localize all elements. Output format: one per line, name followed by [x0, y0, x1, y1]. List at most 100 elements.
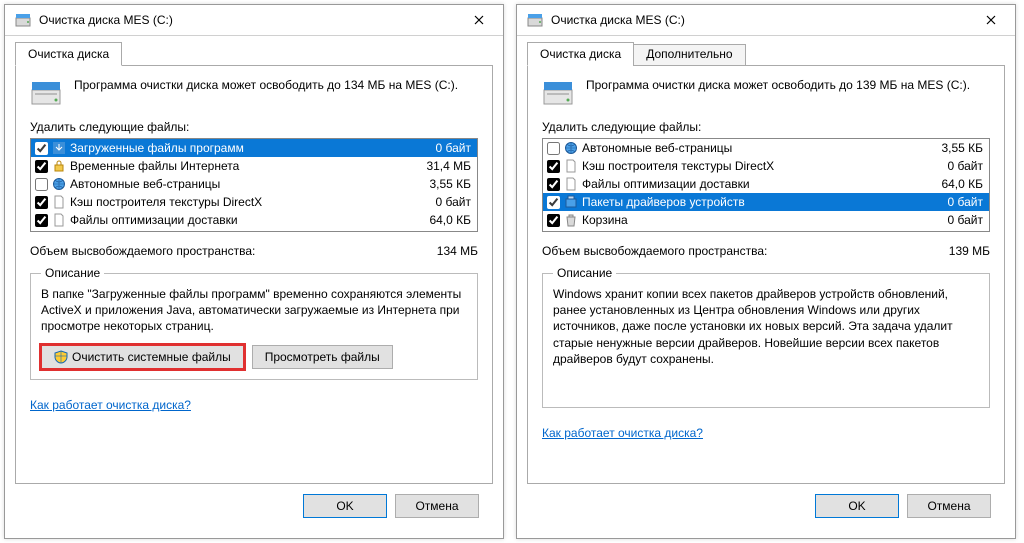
view-files-button[interactable]: Просмотреть файлы [252, 345, 393, 369]
lock-icon [52, 159, 66, 173]
list-item[interactable]: Файлы оптимизации доставки 64,0 КБ [31, 211, 477, 229]
item-name: Корзина [582, 213, 942, 227]
cancel-button[interactable]: Отмена [395, 494, 479, 518]
help-link[interactable]: Как работает очистка диска? [542, 426, 990, 440]
file-icon [52, 213, 66, 227]
list-item[interactable]: Автономные веб-страницы 3,55 КБ [543, 139, 989, 157]
file-icon [564, 159, 578, 173]
item-size: 0 байт [948, 195, 985, 209]
item-name: Кэш построителя текстуры DirectX [70, 195, 430, 209]
tab-panel: Программа очистки диска может освободить… [527, 65, 1005, 484]
item-checkbox[interactable] [35, 178, 48, 191]
list-item[interactable]: Пакеты драйверов устройств 0 байт [543, 193, 989, 211]
disk-cleanup-window-advanced: Очистка диска MES (C:) Очистка диска Доп… [516, 4, 1016, 539]
tab-advanced[interactable]: Дополнительно [633, 44, 745, 66]
item-checkbox[interactable] [547, 196, 560, 209]
tab-cleanup[interactable]: Очистка диска [527, 42, 634, 66]
free-space-label: Объем высвобождаемого пространства: [542, 244, 767, 258]
drive-icon-large [30, 78, 62, 106]
item-size: 31,4 МБ [426, 159, 473, 173]
file-list[interactable]: Загруженные файлы программ 0 байт Временны… [30, 138, 478, 232]
tab-cleanup[interactable]: Очистка диска [15, 42, 122, 66]
item-checkbox[interactable] [547, 214, 560, 227]
disk-cleanup-window-basic: Очистка диска MES (C:) Очистка диска Про… [4, 4, 504, 539]
globe-icon [52, 177, 66, 191]
item-checkbox[interactable] [547, 160, 560, 173]
item-checkbox[interactable] [547, 142, 560, 155]
free-space-label: Объем высвобождаемого пространства: [30, 244, 255, 258]
item-name: Файлы оптимизации доставки [582, 177, 935, 191]
item-checkbox[interactable] [35, 160, 48, 173]
item-checkbox[interactable] [35, 214, 48, 227]
window-content: Очистка диска Дополнительно Программа оч… [517, 36, 1015, 538]
window-title: Очистка диска MES (C:) [39, 13, 457, 27]
tab-panel: Программа очистки диска может освободить… [15, 65, 493, 484]
item-size: 3,55 КБ [941, 141, 985, 155]
description-group: Описание В папке "Загруженные файлы прог… [30, 266, 478, 380]
file-list[interactable]: Автономные веб-страницы 3,55 КБ Кэш постро… [542, 138, 990, 232]
file-icon [564, 177, 578, 191]
titlebar: Очистка диска MES (C:) [5, 5, 503, 36]
close-icon [986, 12, 996, 28]
help-link[interactable]: Как работает очистка диска? [30, 398, 478, 412]
description-group: Описание Windows хранит копии всех пакет… [542, 266, 990, 408]
item-size: 64,0 КБ [941, 177, 985, 191]
tab-strip: Очистка диска [15, 42, 493, 66]
item-checkbox[interactable] [35, 142, 48, 155]
free-space-value: 134 МБ [437, 244, 478, 258]
list-item[interactable]: Автономные веб-страницы 3,55 КБ [31, 175, 477, 193]
item-name: Автономные веб-страницы [582, 141, 935, 155]
close-icon [474, 12, 484, 28]
cancel-button[interactable]: Отмена [907, 494, 991, 518]
shield-icon [54, 350, 68, 364]
item-size: 0 байт [436, 141, 473, 155]
window-content: Очистка диска Программа очистки диска мо… [5, 36, 503, 538]
description-legend: Описание [41, 266, 104, 280]
free-space-value: 139 МБ [949, 244, 990, 258]
close-button[interactable] [457, 6, 501, 34]
header-text: Программа очистки диска может освободить… [74, 78, 478, 92]
item-name: Загруженные файлы программ [70, 141, 430, 155]
drive-icon [527, 12, 543, 28]
item-name: Кэш построителя текстуры DirectX [582, 159, 942, 173]
item-size: 0 байт [948, 213, 985, 227]
clean-system-files-button[interactable]: Очистить системные файлы [41, 345, 244, 369]
description-text: В папке "Загруженные файлы программ" вре… [41, 286, 467, 335]
view-files-label: Просмотреть файлы [265, 350, 380, 364]
item-size: 3,55 КБ [429, 177, 473, 191]
header-text: Программа очистки диска может освободить… [586, 78, 990, 92]
delete-label: Удалить следующие файлы: [542, 120, 990, 134]
titlebar: Очистка диска MES (C:) [517, 5, 1015, 36]
item-name: Автономные веб-страницы [70, 177, 423, 191]
drive-icon-large [542, 78, 574, 106]
clean-system-files-label: Очистить системные файлы [72, 350, 231, 364]
list-item[interactable]: Файлы оптимизации доставки 64,0 КБ [543, 175, 989, 193]
list-item[interactable]: Временные файлы Интернета 31,4 МБ [31, 157, 477, 175]
description-legend: Описание [553, 266, 616, 280]
list-item[interactable]: Загруженные файлы программ 0 байт [31, 139, 477, 157]
item-name: Временные файлы Интернета [70, 159, 420, 173]
item-size: 0 байт [948, 159, 985, 173]
download-icon [52, 141, 66, 155]
ok-button[interactable]: OK [303, 494, 387, 518]
item-name: Файлы оптимизации доставки [70, 213, 423, 227]
delete-label: Удалить следующие файлы: [30, 120, 478, 134]
item-checkbox[interactable] [547, 178, 560, 191]
list-item[interactable]: Кэш построителя текстуры DirectX 0 байт [543, 157, 989, 175]
trash-icon [564, 213, 578, 227]
globe-icon [564, 141, 578, 155]
item-name: Пакеты драйверов устройств [582, 195, 942, 209]
list-item[interactable]: Корзина 0 байт [543, 211, 989, 229]
item-size: 64,0 КБ [429, 213, 473, 227]
drive-icon [15, 12, 31, 28]
close-button[interactable] [969, 6, 1013, 34]
tab-strip: Очистка диска Дополнительно [527, 42, 1005, 66]
item-checkbox[interactable] [35, 196, 48, 209]
item-size: 0 байт [436, 195, 473, 209]
list-item[interactable]: Кэш построителя текстуры DirectX 0 байт [31, 193, 477, 211]
description-text: Windows хранит копии всех пакетов драйве… [553, 286, 979, 367]
window-title: Очистка диска MES (C:) [551, 13, 969, 27]
driver-icon [564, 195, 578, 209]
ok-button[interactable]: OK [815, 494, 899, 518]
file-icon [52, 195, 66, 209]
